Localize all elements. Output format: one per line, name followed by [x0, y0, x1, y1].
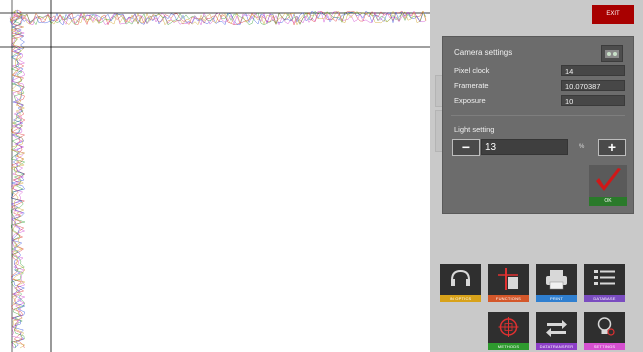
camera-settings-dialog: Camera settings Pixel clock 14 Framerate… [442, 36, 634, 214]
cursor-icon [498, 268, 518, 290]
camera-icon[interactable] [601, 45, 623, 62]
exposure-field[interactable]: 10 [561, 95, 625, 106]
list-icon [594, 270, 615, 285]
pixel-clock-label: Pixel clock [454, 66, 490, 75]
framerate-label: Framerate [454, 81, 489, 90]
dialog-title: Camera settings [454, 48, 513, 57]
signal-plot [0, 0, 430, 352]
light-setting-field[interactable]: 13 [481, 139, 568, 155]
decrease-light-button[interactable]: − [452, 139, 480, 156]
transfer-icon [546, 320, 567, 337]
pixel-clock-field[interactable]: 14 [561, 65, 625, 76]
headset-icon [451, 269, 470, 286]
framerate-field[interactable]: 10.070387 [561, 80, 625, 91]
exit-button[interactable]: EXIT [592, 5, 634, 24]
percent-unit: % [579, 144, 585, 150]
datatransfer-button[interactable]: DATATRANSFER [536, 312, 577, 350]
tile-label: DATATRANSFER [536, 343, 577, 350]
tile-label: DATABASE [584, 295, 625, 302]
tile-label: PRINT [536, 295, 577, 302]
tile-label: FUNCTIONS [488, 295, 529, 302]
print-button[interactable]: PRINT [536, 264, 577, 302]
database-button[interactable]: DATABASE [584, 264, 625, 302]
ok-button[interactable]: OK [589, 165, 627, 206]
methods-button[interactable]: METHODS [488, 312, 529, 350]
exposure-label: Exposure [454, 96, 486, 105]
light-setting-label: Light setting [454, 125, 495, 134]
tile-label: METHODS [488, 343, 529, 350]
functions-button[interactable]: FUNCTIONS [488, 264, 529, 302]
increase-light-button[interactable]: + [598, 139, 626, 156]
settings-button[interactable]: SETTINGS [584, 312, 625, 350]
checkmark-icon [596, 168, 621, 191]
printer-icon [546, 270, 567, 290]
in-optics-button[interactable]: IN OPTICS [440, 264, 481, 302]
tile-label: SETTINGS [584, 343, 625, 350]
ok-label: OK [589, 197, 627, 206]
target-icon [498, 317, 519, 337]
lightbulb-icon [597, 317, 615, 336]
profile-traces [0, 0, 430, 352]
tile-label: IN OPTICS [440, 295, 481, 302]
divider [451, 115, 625, 116]
